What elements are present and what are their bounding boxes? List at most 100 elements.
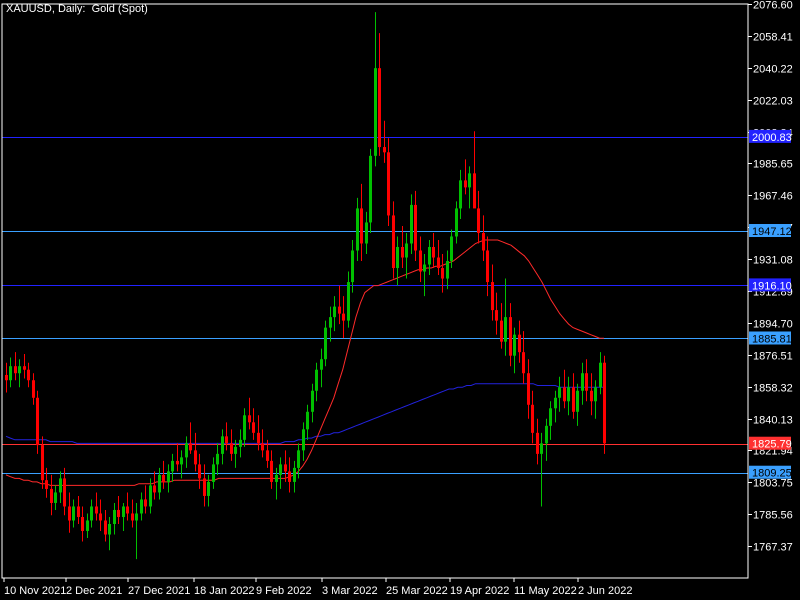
candle-body bbox=[23, 366, 26, 370]
y-tick-label: 1967.46 bbox=[753, 191, 793, 203]
level-label-1-text: 1947.12 bbox=[752, 226, 792, 238]
y-tick-label: 1858.32 bbox=[753, 383, 793, 395]
x-tick-label: 10 Nov 2021 bbox=[4, 585, 66, 597]
candle-body bbox=[419, 250, 422, 272]
candle bbox=[36, 390, 39, 454]
candle-body bbox=[428, 246, 431, 265]
candle-body bbox=[32, 380, 35, 398]
candle-body bbox=[351, 250, 354, 283]
price-chart[interactable]: 2076.602058.412040.222022.032003.841985.… bbox=[0, 0, 800, 600]
candle-body bbox=[230, 443, 233, 454]
current-price-label: 1825.79 bbox=[749, 436, 792, 451]
candle-body bbox=[194, 450, 197, 465]
candle-body bbox=[378, 68, 381, 148]
current-price-label-text: 1825.79 bbox=[752, 439, 792, 451]
candle-body bbox=[117, 509, 120, 517]
candle-body bbox=[126, 506, 129, 514]
candle-body bbox=[603, 362, 606, 444]
candle-body bbox=[261, 443, 264, 451]
y-tick-label: 1767.37 bbox=[753, 542, 793, 554]
candle-body bbox=[482, 232, 485, 251]
candle-body bbox=[464, 180, 467, 188]
candle-body bbox=[432, 246, 435, 258]
candle-body bbox=[9, 366, 12, 381]
candle-body bbox=[189, 443, 192, 451]
candle-body bbox=[401, 246, 404, 258]
candle-body bbox=[248, 415, 251, 423]
candle-body bbox=[387, 152, 390, 216]
candle-body bbox=[203, 478, 206, 496]
level-label-0: 2000.83 bbox=[749, 129, 792, 144]
candle-body bbox=[536, 432, 539, 454]
candle-body bbox=[392, 215, 395, 269]
candle-body bbox=[41, 445, 44, 481]
candle-body bbox=[284, 464, 287, 472]
candle-body bbox=[270, 460, 273, 482]
level-label-4-text: 1809.25 bbox=[752, 468, 792, 480]
candle-body bbox=[581, 373, 584, 391]
candle-body bbox=[252, 422, 255, 433]
candle-body bbox=[167, 471, 170, 482]
y-tick-label: 1894.70 bbox=[753, 319, 793, 331]
y-tick-label: 1985.65 bbox=[753, 159, 793, 171]
candle-body bbox=[108, 524, 111, 535]
candle-body bbox=[513, 334, 516, 356]
candle-body bbox=[509, 317, 512, 356]
y-tick-label: 2076.60 bbox=[753, 0, 793, 12]
candle-body bbox=[243, 415, 246, 440]
candle-body bbox=[86, 520, 89, 532]
candle-body bbox=[153, 485, 156, 493]
candle-body bbox=[468, 173, 471, 188]
candle-body bbox=[149, 485, 152, 507]
candle-body bbox=[338, 306, 341, 314]
y-tick-label: 1785.56 bbox=[753, 510, 793, 522]
candle-body bbox=[27, 369, 30, 381]
candle-body bbox=[473, 173, 476, 209]
candle-body bbox=[198, 464, 201, 479]
candle-body bbox=[306, 411, 309, 430]
candle-body bbox=[549, 408, 552, 426]
candle-body bbox=[441, 268, 444, 279]
candle-body bbox=[122, 506, 125, 517]
candle-body bbox=[414, 204, 417, 251]
chart-title: XAUUSD, Daily: Gold (Spot) bbox=[6, 3, 148, 15]
candle-body bbox=[77, 506, 80, 517]
x-tick-label: 19 Apr 2022 bbox=[450, 585, 509, 597]
candle-body bbox=[216, 453, 219, 465]
candle-body bbox=[302, 429, 305, 451]
candle-body bbox=[342, 313, 345, 321]
y-tick-label: 1876.51 bbox=[753, 351, 793, 363]
candle-body bbox=[266, 450, 269, 461]
candle-body bbox=[567, 387, 570, 402]
candle-body bbox=[315, 369, 318, 391]
candle-body bbox=[99, 513, 102, 521]
candle-body bbox=[365, 222, 368, 244]
candle-body bbox=[140, 499, 143, 514]
candle-body bbox=[36, 397, 39, 446]
x-tick-label: 3 Mar 2022 bbox=[322, 585, 378, 597]
candle-body bbox=[293, 467, 296, 482]
candle-body bbox=[180, 457, 183, 465]
y-tick-label: 1931.08 bbox=[753, 255, 793, 267]
candle-body bbox=[360, 208, 363, 244]
candle-body bbox=[423, 264, 426, 272]
level-label-1: 1947.12 bbox=[749, 224, 792, 238]
y-tick-label: 2058.41 bbox=[753, 32, 793, 44]
candle-body bbox=[72, 506, 75, 521]
candle-body bbox=[563, 387, 566, 402]
level-label-0-text: 2000.83 bbox=[752, 132, 792, 144]
candle-body bbox=[333, 306, 336, 318]
candle-body bbox=[113, 509, 116, 525]
candle-body bbox=[450, 236, 453, 262]
candle-body bbox=[590, 390, 593, 402]
candle-body bbox=[455, 208, 458, 237]
candle-body bbox=[63, 478, 66, 507]
candle-body bbox=[410, 204, 413, 244]
candle-body bbox=[104, 520, 107, 535]
candle-body bbox=[558, 387, 561, 398]
candle-body bbox=[54, 492, 57, 503]
candle-body bbox=[495, 310, 498, 321]
candle-body bbox=[221, 436, 224, 454]
candle-body bbox=[599, 362, 602, 388]
candle-body bbox=[356, 208, 359, 251]
